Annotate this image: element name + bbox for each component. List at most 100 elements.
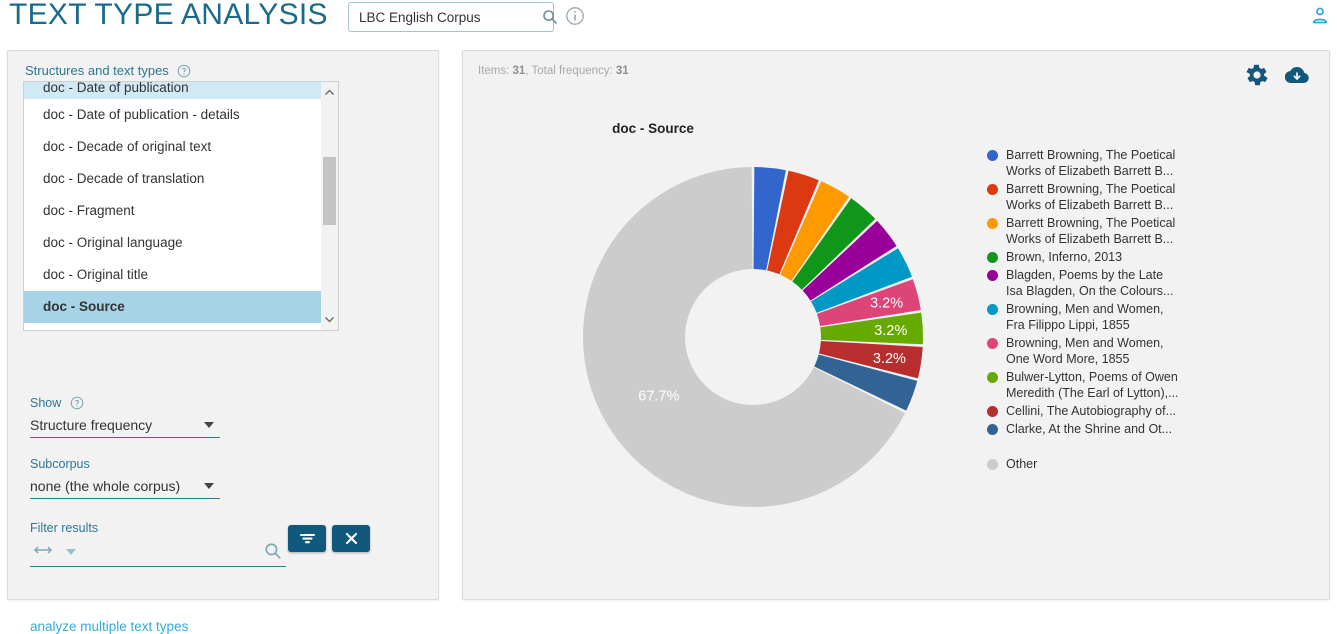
legend-label-line: Works of Elizabeth Barrett B... [1006,232,1174,246]
info-icon[interactable] [565,6,585,26]
results-stats: Items: 31, Total frequency: 31 [478,65,629,77]
clear-button[interactable] [332,525,370,552]
legend-label-line: Clarke, At the Shrine and Ot... [1006,422,1173,436]
total-frequency-label: Total frequency: [531,65,613,77]
chevron-down-icon[interactable] [204,422,214,428]
subcorpus-select[interactable]: none (the whole corpus) [30,474,220,499]
chart-legend: Barrett Browning, The Poetical Works of E… [987,147,1197,474]
chevron-down-icon[interactable] [204,483,214,489]
legend-item[interactable]: Browning, Men and Women, Fra Filippo Lipp… [987,301,1197,333]
legend-label-line: Other [1006,457,1038,471]
legend-color-swatch [987,184,998,195]
legend-label-line: Brown, Inferno, 2013 [1006,250,1123,264]
scrollbar-thumb[interactable] [323,157,336,225]
list-item-label: doc - Date of publication - details [43,107,240,122]
list-item-label: doc - Decade of translation [43,171,205,186]
list-item-doc-source[interactable]: doc - Source [24,291,322,323]
legend-label-line: Bulwer-Lytton, Poems of Owen [1006,370,1178,384]
legend-label-line: One Word More, 1855 [1006,352,1130,366]
legend-label-line: Browning, Men and Women, [1006,336,1164,350]
legend-label: Browning, Men and Women, One Word More, 1… [1006,335,1164,367]
legend-color-swatch [987,218,998,229]
slice-percent-label: 3.2% [874,323,907,339]
legend-label-line: Browning, Men and Women, [1006,302,1164,316]
legend-color-swatch [987,252,998,263]
filter-input-row[interactable] [30,525,370,567]
corpus-selector[interactable] [348,2,558,32]
scroll-down-icon[interactable] [321,311,338,328]
legend-color-swatch [987,150,998,161]
legend-label: Barrett Browning, The Poetical Works of E… [1006,215,1175,247]
donut-chart: 3.2% 3.2% 3.2% 67.7% [519,103,987,571]
show-select[interactable]: Structure frequency [30,413,220,438]
legend-label: Browning, Men and Women, Fra Filippo Lipp… [1006,301,1164,333]
legend-label-line: Barrett Browning, The Poetical [1006,148,1176,162]
slice-percent-label: 3.2% [873,351,906,367]
legend-item[interactable]: Other [987,456,1197,472]
legend-item[interactable]: Barrett Browning, The Poetical Works of E… [987,215,1197,247]
legend-item[interactable]: Clarke, At the Shrine and Ot... [987,421,1197,437]
legend-label-line: Meredith (The Earl of Lytton),... [1006,386,1179,400]
legend-item[interactable]: Blagden, Poems by the Late Isa Blagden, O… [987,267,1197,299]
legend-label-line: Blagden, Poems by the Late [1006,268,1164,282]
legend-label: Bulwer-Lytton, Poems of Owen Meredith (Th… [1006,369,1179,401]
search-icon[interactable] [542,4,558,30]
list-item[interactable]: doc - Decade of original text [24,131,322,163]
legend-label: Barrett Browning, The Poetical Works of E… [1006,181,1175,213]
legend-color-swatch [987,372,998,383]
help-icon[interactable] [70,396,84,410]
subcorpus-label: Subcorpus [30,457,90,471]
legend-color-swatch [987,459,998,470]
legend-item[interactable]: Barrett Browning, The Poetical Works of E… [987,147,1197,179]
legend-label: Barrett Browning, The Poetical Works of E… [1006,147,1175,179]
list-item[interactable]: doc - Original title [24,259,322,291]
list-scrollbar[interactable] [321,81,339,331]
legend-label-line: Works of Elizabeth Barrett B... [1006,198,1174,212]
legend-item[interactable]: Cellini, The Autobiography of... [987,403,1197,419]
chevron-down-icon[interactable] [66,549,76,555]
user-account-icon[interactable] [1310,6,1330,26]
show-value: Structure frequency [30,417,153,433]
list-item-label: doc - Original title [43,267,149,282]
legend-label: Brown, Inferno, 2013 [1006,249,1122,265]
analyze-multiple-text-types-link[interactable]: analyze multiple text types [30,619,188,634]
list-item-label: doc - Original language [43,235,183,250]
scroll-up-icon[interactable] [321,84,338,101]
structures-label-text: Structures and text types [25,63,169,78]
total-frequency-value: 31 [615,65,629,77]
list-item[interactable]: doc - Date of publication [24,82,322,99]
legend-label: Cellini, The Autobiography of... [1006,403,1176,419]
legend-color-swatch [987,338,998,349]
filter-button[interactable] [288,525,326,552]
corpus-input[interactable] [349,4,542,30]
text-type-list[interactable]: doc - Date of publication doc - Date of … [23,81,323,331]
text-type-analysis-page: TEXT TYPE ANALYSIS Str [0,0,1337,634]
legend-item[interactable]: Browning, Men and Women, One Word More, 1… [987,335,1197,367]
search-icon[interactable] [264,542,282,560]
structures-and-text-types-label: Structures and text types [25,63,191,78]
legend-item[interactable]: Bulwer-Lytton, Poems of Owen Meredith (Th… [987,369,1197,401]
settings-gear-icon[interactable] [1245,63,1269,87]
list-item[interactable]: doc - Original language [24,227,322,259]
list-item[interactable]: doc - Fragment [24,195,322,227]
legend-label-line: Barrett Browning, The Poetical [1006,182,1176,196]
show-label-text: Show [30,396,62,410]
legend-item[interactable]: Brown, Inferno, 2013 [987,249,1197,265]
filter-label: Filter results [30,521,99,535]
legend-label-line: Barrett Browning, The Poetical [1006,216,1176,230]
help-icon[interactable] [177,64,191,78]
cloud-download-icon[interactable] [1284,63,1309,87]
subcorpus-value: none (the whole corpus) [30,478,181,494]
list-item[interactable]: doc - Decade of translation [24,163,322,195]
subcorpus-field: Subcorpus none (the whole corpus) [30,457,220,499]
legend-label-line: Isa Blagden, On the Colours... [1006,284,1174,298]
items-value: 31 [512,65,526,77]
legend-label: Other [1006,456,1037,472]
controls-panel: Structures and text types doc - Date of … [7,50,439,634]
resize-arrows-icon[interactable] [32,543,54,561]
legend-label-line: Works of Elizabeth Barrett B... [1006,164,1174,178]
results-panel: Items: 31, Total frequency: 31 doc - Sou… [462,50,1330,600]
legend-item[interactable]: Barrett Browning, The Poetical Works of E… [987,181,1197,213]
app-header: TEXT TYPE ANALYSIS [0,0,1337,44]
list-item[interactable]: doc - Date of publication - details [24,99,322,131]
